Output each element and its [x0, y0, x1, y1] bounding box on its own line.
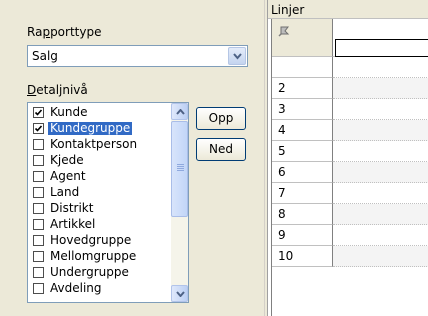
grid-row[interactable]: 3: [272, 99, 428, 120]
row-number: 10: [272, 246, 333, 267]
grid-cell[interactable]: [333, 141, 428, 162]
move-up-button[interactable]: Opp: [196, 107, 246, 130]
checkbox[interactable]: [33, 251, 44, 262]
grid-cell[interactable]: [333, 246, 428, 267]
list-item-label: Kunde: [50, 105, 88, 119]
move-down-button[interactable]: Ned: [196, 138, 246, 161]
list-item-label: Hovedgruppe: [50, 233, 132, 247]
checkbox[interactable]: [33, 123, 44, 134]
row-number: 6: [272, 162, 333, 183]
list-item-label: Avdeling: [50, 281, 102, 295]
grid-row[interactable]: 9: [272, 225, 428, 246]
checkbox[interactable]: [33, 203, 44, 214]
grid-column-header[interactable]: [333, 19, 428, 57]
left-panel: Rapporttype Salg Detaljnivå Kunde Kundegr…: [0, 0, 264, 316]
list-item-label: Undergruppe: [50, 265, 129, 279]
right-panel: Linjer 2 3 4 5 6 7 8 9 10: [268, 0, 428, 316]
grid-row[interactable]: 4: [272, 120, 428, 141]
list-item[interactable]: Kundegruppe: [33, 121, 171, 136]
linjer-grid[interactable]: 2 3 4 5 6 7 8 9 10: [271, 19, 428, 316]
list-item-label: Land: [50, 185, 80, 199]
list-item-label: Kundegruppe: [46, 121, 134, 136]
grid-cell[interactable]: [333, 57, 428, 78]
grid-row[interactable]: 6: [272, 162, 428, 183]
checkbox[interactable]: [33, 283, 44, 294]
row-number: 2: [272, 78, 333, 99]
row-number: 3: [272, 99, 333, 120]
detaljniva-checklist[interactable]: Kunde Kundegruppe Kontaktperson Kjede Agent L…: [27, 102, 189, 303]
rapporttype-label: Rapporttype: [27, 25, 102, 39]
grid-cell[interactable]: [333, 120, 428, 141]
list-item[interactable]: Kontaktperson: [33, 138, 171, 151]
detaljniva-label: Detaljnivå: [27, 83, 88, 97]
grid-cell[interactable]: [333, 162, 428, 183]
checkbox[interactable]: [33, 235, 44, 246]
pin-icon: [278, 26, 290, 37]
list-item[interactable]: Artikkel: [33, 218, 171, 231]
grid-edit-cell[interactable]: [335, 39, 428, 57]
scrollbar-thumb[interactable]: [171, 121, 188, 217]
row-number: 5: [272, 141, 333, 162]
grid-row[interactable]: 10: [272, 246, 428, 267]
linjer-header: Linjer: [268, 0, 428, 19]
list-item[interactable]: Mellomgruppe: [33, 250, 171, 263]
rapporttype-value: Salg: [32, 49, 58, 63]
list-item-label: Agent: [50, 169, 86, 183]
list-item[interactable]: Kunde: [33, 106, 171, 119]
row-number: 7: [272, 183, 333, 204]
checkbox[interactable]: [33, 139, 44, 150]
list-item[interactable]: Distrikt: [33, 202, 171, 215]
grid-cell[interactable]: [333, 204, 428, 225]
vertical-scrollbar[interactable]: [171, 103, 188, 302]
checkmark-icon: [34, 109, 43, 116]
list-item-label: Kjede: [50, 153, 84, 167]
list-item[interactable]: Hovedgruppe: [33, 234, 171, 247]
checkbox[interactable]: [33, 187, 44, 198]
row-number: [272, 57, 333, 78]
checkmark-icon: [34, 125, 43, 132]
grid-cell[interactable]: [333, 78, 428, 99]
grid-cell[interactable]: [333, 183, 428, 204]
list-item-label: Mellomgruppe: [50, 249, 137, 263]
rapporttype-select[interactable]: Salg: [27, 45, 248, 67]
linjer-title: Linjer: [271, 3, 305, 17]
scroll-down-button[interactable]: [171, 285, 188, 302]
row-number: 9: [272, 225, 333, 246]
chevron-up-icon: [176, 109, 185, 115]
list-item[interactable]: Land: [33, 186, 171, 199]
list-item-label: Artikkel: [50, 217, 96, 231]
row-number: 8: [272, 204, 333, 225]
list-item[interactable]: Kjede: [33, 154, 171, 167]
grid-cell[interactable]: [333, 225, 428, 246]
grid-row[interactable]: [272, 57, 428, 78]
list-item[interactable]: Avdeling: [33, 282, 171, 295]
grid-row[interactable]: 5: [272, 141, 428, 162]
list-item[interactable]: Undergruppe: [33, 266, 171, 279]
grid-cell[interactable]: [333, 99, 428, 120]
grid-row[interactable]: 2: [272, 78, 428, 99]
grid-corner-header[interactable]: [272, 19, 333, 57]
dropdown-arrow-button[interactable]: [228, 47, 246, 65]
chevron-down-icon: [233, 53, 242, 60]
checkbox[interactable]: [33, 171, 44, 182]
checkbox[interactable]: [33, 155, 44, 166]
row-number: 4: [272, 120, 333, 141]
grid-row[interactable]: 7: [272, 183, 428, 204]
chevron-down-icon: [176, 291, 185, 297]
list-item-label: Distrikt: [50, 201, 94, 215]
list-item[interactable]: Agent: [33, 170, 171, 183]
checkbox[interactable]: [33, 219, 44, 230]
list-item-label: Kontaktperson: [50, 137, 138, 151]
checkbox[interactable]: [33, 107, 44, 118]
scroll-up-button[interactable]: [171, 103, 188, 120]
checkbox[interactable]: [33, 267, 44, 278]
grid-row[interactable]: 8: [272, 204, 428, 225]
